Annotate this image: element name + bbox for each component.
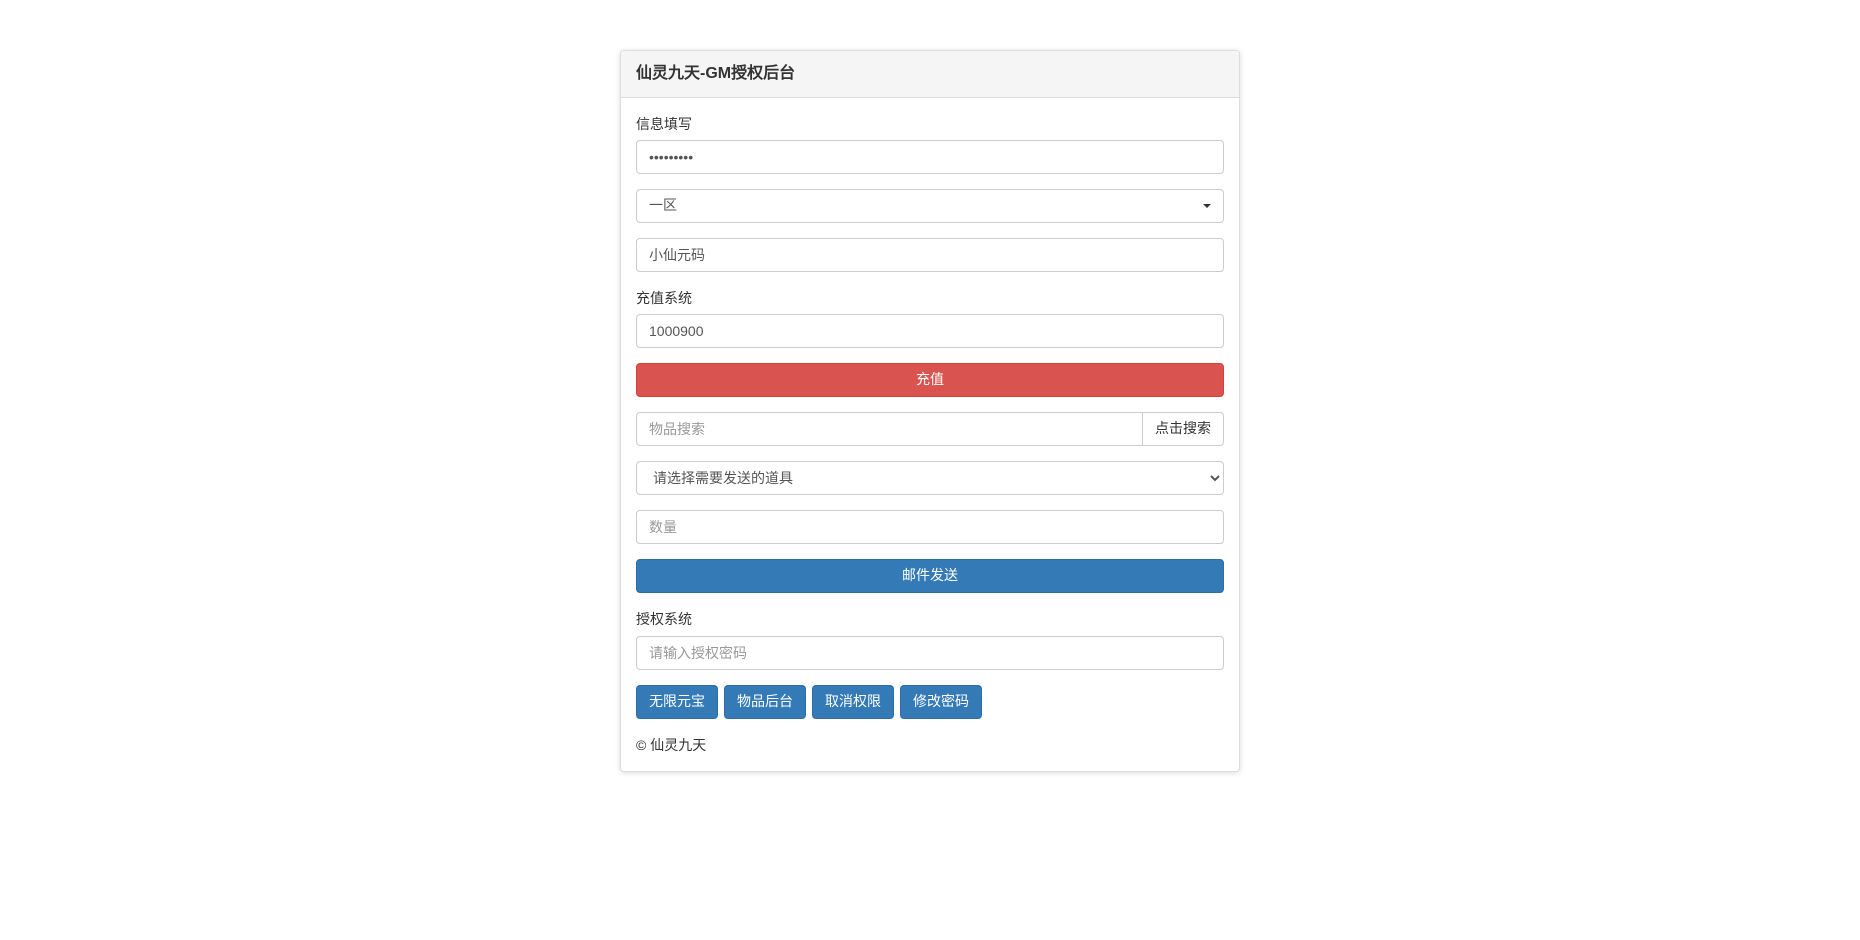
panel-body: 信息填写 一区 充值系统 充值 点击搜索 xyxy=(621,98,1239,734)
auth-section: 授权系统 xyxy=(636,608,1224,669)
copyright-text: © 仙灵九天 xyxy=(636,737,706,753)
info-label: 信息填写 xyxy=(636,113,1224,135)
amount-input[interactable] xyxy=(636,314,1224,348)
search-group: 点击搜索 xyxy=(636,412,1224,446)
recharge-button-group: 充值 xyxy=(636,363,1224,397)
panel-header: 仙灵九天-GM授权后台 xyxy=(621,51,1239,98)
item-select-group: 请选择需要发送的道具 xyxy=(636,461,1224,495)
action-buttons-row: 无限元宝 物品后台 取消权限 修改密码 xyxy=(636,685,1224,719)
footer: © 仙灵九天 xyxy=(621,734,1239,771)
search-button[interactable]: 点击搜索 xyxy=(1142,412,1224,446)
item-backend-button[interactable]: 物品后台 xyxy=(724,685,806,719)
auth-label: 授权系统 xyxy=(636,608,1224,630)
revoke-perm-button[interactable]: 取消权限 xyxy=(812,685,894,719)
unlimited-gold-button[interactable]: 无限元宝 xyxy=(636,685,718,719)
main-panel: 仙灵九天-GM授权后台 信息填写 一区 充值系统 充值 点击搜索 xyxy=(620,50,1240,772)
send-button-group: 邮件发送 xyxy=(636,559,1224,593)
info-section: 信息填写 xyxy=(636,113,1224,174)
code-group xyxy=(636,238,1224,272)
recharge-label: 充值系统 xyxy=(636,287,1224,309)
page-title: 仙灵九天-GM授权后台 xyxy=(636,61,1224,87)
item-select[interactable]: 请选择需要发送的道具 xyxy=(636,461,1224,495)
server-select[interactable]: 一区 xyxy=(636,189,1224,223)
password-input[interactable] xyxy=(636,140,1224,174)
search-input-group: 点击搜索 xyxy=(636,412,1224,446)
code-input[interactable] xyxy=(636,238,1224,272)
change-password-button[interactable]: 修改密码 xyxy=(900,685,982,719)
search-btn-wrap: 点击搜索 xyxy=(1142,412,1224,446)
search-input[interactable] xyxy=(636,412,1142,446)
recharge-button[interactable]: 充值 xyxy=(636,363,1224,397)
auth-password-input[interactable] xyxy=(636,636,1224,670)
server-select-group: 一区 xyxy=(636,189,1224,223)
quantity-group xyxy=(636,510,1224,544)
recharge-section: 充值系统 xyxy=(636,287,1224,348)
send-button[interactable]: 邮件发送 xyxy=(636,559,1224,593)
quantity-input[interactable] xyxy=(636,510,1224,544)
